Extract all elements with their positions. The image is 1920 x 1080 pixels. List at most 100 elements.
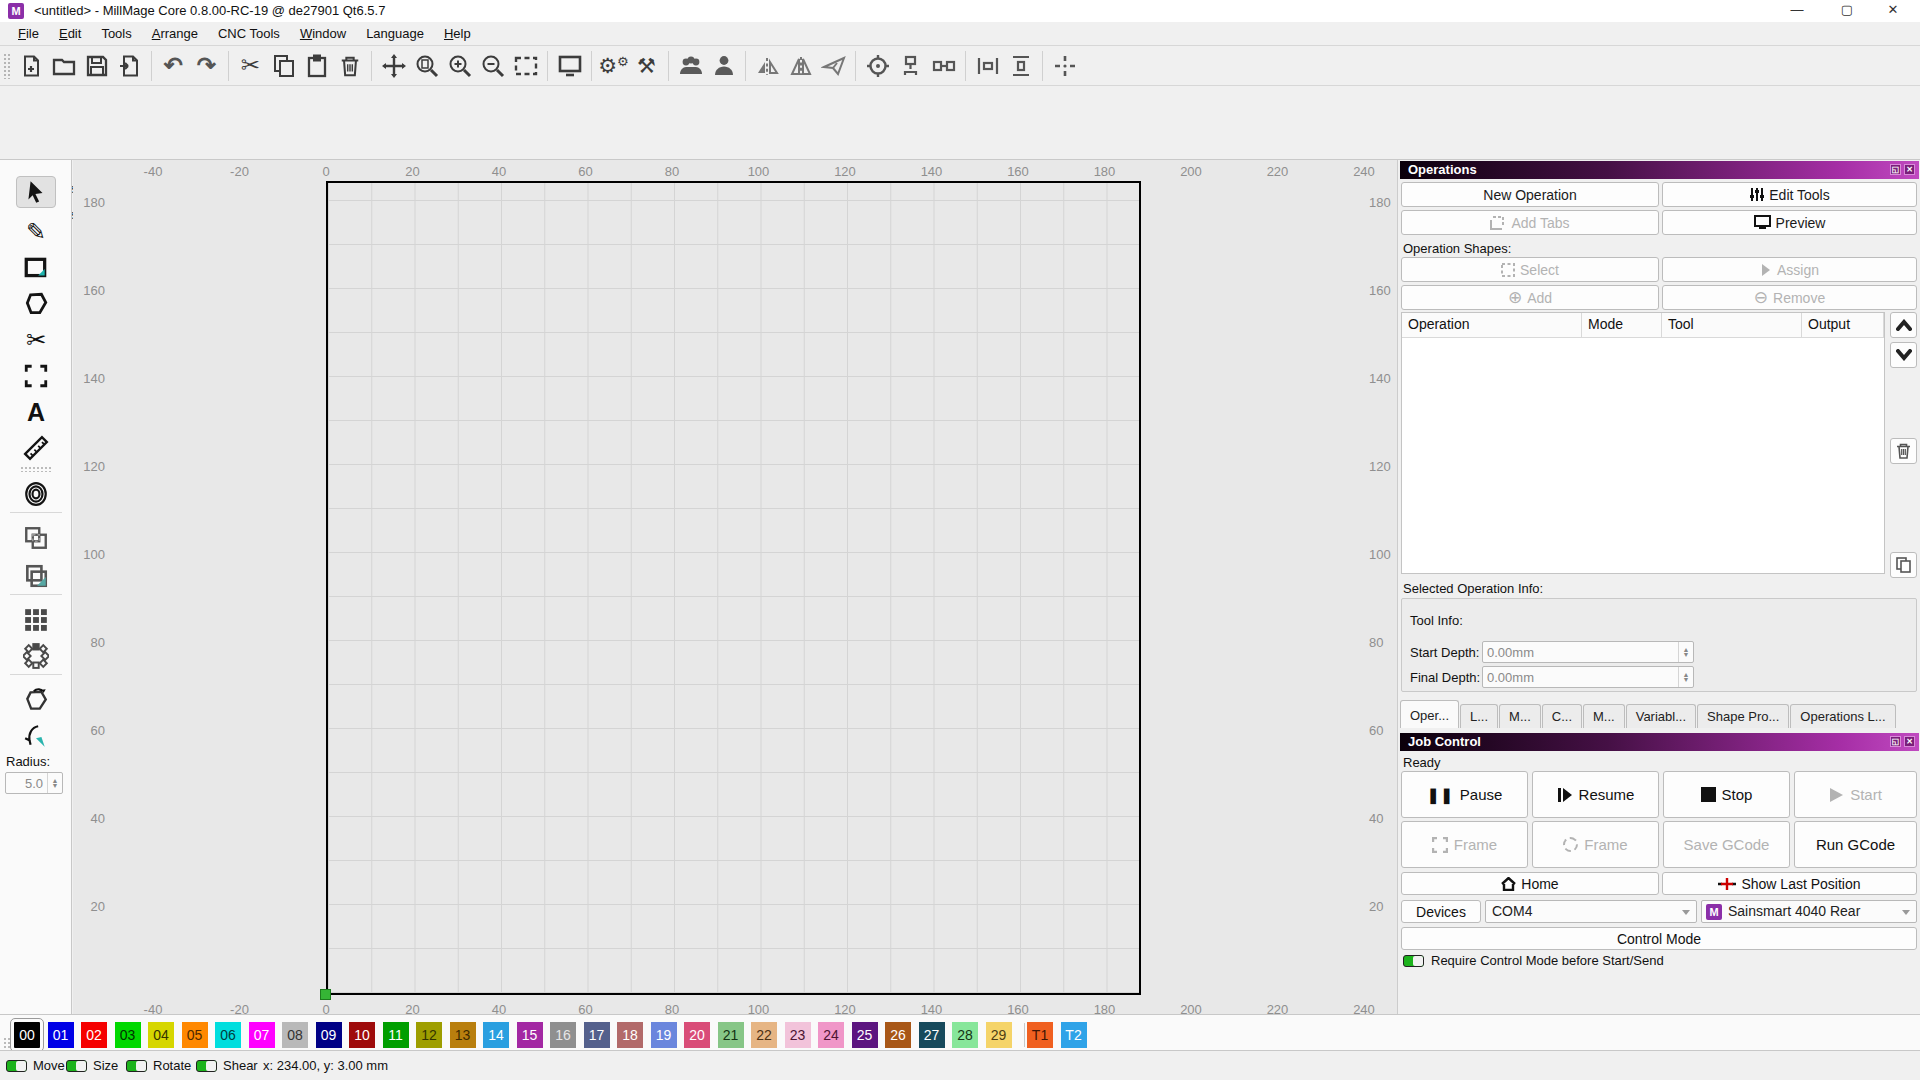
column-header-operation[interactable]: Operation bbox=[1402, 313, 1582, 337]
palette-swatch-01[interactable]: 01 bbox=[48, 1022, 74, 1048]
menu-file[interactable]: File bbox=[8, 26, 49, 41]
move-icon[interactable] bbox=[377, 49, 410, 83]
show-last-position-button[interactable]: Show Last Position bbox=[1662, 872, 1917, 895]
minimize-button[interactable]: — bbox=[1774, 0, 1820, 22]
palette-swatch-23[interactable]: 23 bbox=[785, 1022, 811, 1048]
rotate-toggle[interactable] bbox=[126, 1060, 147, 1072]
poly-convert-tool[interactable] bbox=[16, 684, 56, 716]
panel-tab-0[interactable]: Oper... bbox=[1400, 700, 1459, 728]
file-new-icon[interactable] bbox=[14, 49, 47, 83]
polygon-tool-tool[interactable] bbox=[16, 288, 56, 320]
start-depth-field[interactable]: 0.00mm▲▼ bbox=[1482, 641, 1694, 663]
palette-swatch-13[interactable]: 13 bbox=[450, 1022, 476, 1048]
new-operation-button[interactable]: New Operation bbox=[1401, 182, 1659, 207]
port-select[interactable]: COM4 bbox=[1485, 900, 1697, 923]
panel-tab-7[interactable]: Operations L... bbox=[1790, 704, 1895, 728]
panel-tab-2[interactable]: M... bbox=[1499, 704, 1541, 728]
palette-swatch-08[interactable]: 08 bbox=[282, 1022, 308, 1048]
node-link-1-icon[interactable] bbox=[894, 49, 927, 83]
zoom-out-icon[interactable] bbox=[476, 49, 509, 83]
paste-icon[interactable] bbox=[300, 49, 333, 83]
frame-circle-button[interactable]: Frame bbox=[1532, 821, 1659, 868]
text-tool-tool[interactable]: A bbox=[16, 396, 56, 428]
palette-swatch-22[interactable]: 22 bbox=[751, 1022, 777, 1048]
close-panel-icon[interactable]: ✕ bbox=[1904, 736, 1915, 747]
node-link-2-icon[interactable] bbox=[927, 49, 960, 83]
column-header-mode[interactable]: Mode bbox=[1582, 313, 1662, 337]
zoom-page-icon[interactable] bbox=[410, 49, 443, 83]
pencil-tool[interactable]: ✎ bbox=[16, 216, 56, 248]
palette-swatch-11[interactable]: 11 bbox=[383, 1022, 409, 1048]
devices-button[interactable]: Devices bbox=[1401, 900, 1481, 923]
palette-swatch-10[interactable]: 10 bbox=[349, 1022, 375, 1048]
remove-shapes-button[interactable]: ⊖Remove bbox=[1662, 285, 1917, 310]
stop-button[interactable]: Stop bbox=[1663, 771, 1790, 818]
palette-swatch-24[interactable]: 24 bbox=[818, 1022, 844, 1048]
require-control-mode-toggle[interactable] bbox=[1403, 955, 1424, 967]
palette-swatch-28[interactable]: 28 bbox=[952, 1022, 978, 1048]
target-crosshair-icon[interactable] bbox=[861, 49, 894, 83]
palette-swatch-07[interactable]: 07 bbox=[249, 1022, 275, 1048]
trash-icon[interactable] bbox=[333, 49, 366, 83]
palette-swatch-05[interactable]: 05 bbox=[182, 1022, 208, 1048]
delete-operation-button[interactable] bbox=[1890, 438, 1917, 464]
panel-tab-3[interactable]: C... bbox=[1542, 704, 1582, 728]
fillet-cursor-tool[interactable] bbox=[16, 720, 56, 752]
preview-button[interactable]: Preview bbox=[1662, 210, 1917, 235]
menu-help[interactable]: Help bbox=[434, 26, 481, 41]
close-panel-icon[interactable]: ✕ bbox=[1904, 164, 1915, 175]
palette-swatch-14[interactable]: 14 bbox=[483, 1022, 509, 1048]
palette-swatch-04[interactable]: 04 bbox=[148, 1022, 174, 1048]
resume-button[interactable]: Resume bbox=[1532, 771, 1659, 818]
palette-swatch-18[interactable]: 18 bbox=[617, 1022, 643, 1048]
boolean-subtract-tool[interactable] bbox=[16, 560, 56, 592]
size-toggle[interactable] bbox=[66, 1060, 87, 1072]
flip-h-icon[interactable] bbox=[751, 49, 784, 83]
canvas[interactable]: -40-40-20-200020204040606080801001001201… bbox=[73, 160, 1397, 1014]
mirror-v-icon[interactable] bbox=[784, 49, 817, 83]
panel-tab-4[interactable]: M... bbox=[1583, 704, 1625, 728]
run-gcode-button[interactable]: Run GCode bbox=[1794, 821, 1917, 868]
home-button[interactable]: Home bbox=[1401, 872, 1659, 895]
save-icon[interactable] bbox=[80, 49, 113, 83]
distribute-h-icon[interactable] bbox=[971, 49, 1004, 83]
column-header-output[interactable]: Output bbox=[1802, 313, 1884, 337]
edit-tools-button[interactable]: Edit Tools bbox=[1662, 182, 1917, 207]
final-depth-field[interactable]: 0.00mm▲▼ bbox=[1482, 666, 1694, 688]
palette-swatch-20[interactable]: 20 bbox=[684, 1022, 710, 1048]
palette-swatch-06[interactable]: 06 bbox=[215, 1022, 241, 1048]
palette-swatch-T2[interactable]: T2 bbox=[1061, 1022, 1087, 1048]
origin-position-icon[interactable] bbox=[1048, 49, 1081, 83]
menu-window[interactable]: Window bbox=[290, 26, 356, 41]
redo-icon[interactable]: ↷ bbox=[190, 49, 223, 83]
add-shapes-button[interactable]: ⊕Add bbox=[1401, 285, 1659, 310]
column-header-tool[interactable]: Tool bbox=[1662, 313, 1802, 337]
palette-swatch-21[interactable]: 21 bbox=[718, 1022, 744, 1048]
node-ring-tool[interactable] bbox=[16, 640, 56, 672]
monitor-icon[interactable] bbox=[553, 49, 586, 83]
wrench-icon[interactable]: ⚒ bbox=[630, 49, 663, 83]
panel-tab-5[interactable]: Variabl... bbox=[1626, 704, 1696, 728]
users-group-icon[interactable] bbox=[674, 49, 707, 83]
job-control-panel-header[interactable]: Job Control ◱✕ bbox=[1400, 733, 1919, 751]
palette-swatch-17[interactable]: 17 bbox=[584, 1022, 610, 1048]
frame-rect-button[interactable]: Frame bbox=[1401, 821, 1528, 868]
palette-swatch-25[interactable]: 25 bbox=[852, 1022, 878, 1048]
gears-icon[interactable]: ⚙⚙ bbox=[597, 49, 630, 83]
offset-rings-tool[interactable] bbox=[16, 478, 56, 510]
shear-toggle[interactable] bbox=[196, 1060, 217, 1072]
palette-swatch-26[interactable]: 26 bbox=[885, 1022, 911, 1048]
assign-shapes-button[interactable]: Assign bbox=[1662, 257, 1917, 282]
close-button[interactable]: ✕ bbox=[1870, 0, 1916, 22]
palette-swatch-15[interactable]: 15 bbox=[517, 1022, 543, 1048]
menu-cnc-tools[interactable]: CNC Tools bbox=[208, 26, 290, 41]
select-arrow-tool[interactable] bbox=[16, 176, 56, 208]
palette-swatch-27[interactable]: 27 bbox=[919, 1022, 945, 1048]
palette-swatch-03[interactable]: 03 bbox=[115, 1022, 141, 1048]
move-toggle[interactable] bbox=[6, 1060, 27, 1072]
zoom-in-icon[interactable] bbox=[443, 49, 476, 83]
palette-swatch-T1[interactable]: T1 bbox=[1027, 1022, 1053, 1048]
file-import-icon[interactable] bbox=[113, 49, 146, 83]
palette-swatch-00[interactable]: 00 bbox=[14, 1022, 40, 1048]
palette-swatch-02[interactable]: 02 bbox=[81, 1022, 107, 1048]
